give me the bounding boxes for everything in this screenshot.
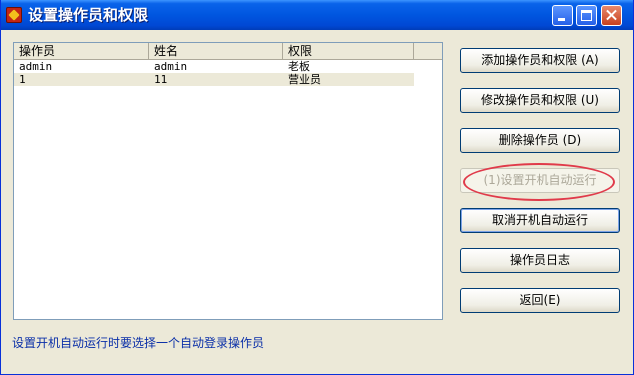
delete-operator-button[interactable]: 删除操作员 (D) — [460, 128, 620, 153]
highlight-annotation — [463, 163, 615, 201]
column-header-operator[interactable]: 操作员 — [14, 43, 149, 59]
operator-log-button[interactable]: 操作员日志 — [460, 248, 620, 273]
maximize-icon — [581, 10, 592, 21]
list-row[interactable]: admin admin 老板 — [14, 60, 414, 73]
cell-operator: 1 — [19, 73, 26, 86]
maximize-button[interactable] — [576, 5, 597, 26]
status-hint: 设置开机自动运行时要选择一个自动登录操作员 — [12, 336, 265, 350]
modify-operator-button[interactable]: 修改操作员和权限 (U) — [460, 88, 620, 113]
close-icon — [602, 6, 621, 25]
cell-permission: 老板 — [288, 60, 310, 73]
minimize-button[interactable] — [552, 5, 573, 26]
cell-name: 11 — [154, 73, 168, 86]
column-header-filler — [414, 43, 442, 59]
back-button[interactable]: 返回(E) — [460, 288, 620, 313]
dialog-window: 设置操作员和权限 操作员 姓名 权限 admin admin 老板 1 11 营… — [0, 0, 634, 375]
list-row[interactable]: 1 11 营业员 — [14, 73, 414, 86]
operator-list[interactable]: 操作员 姓名 权限 admin admin 老板 1 11 营业员 — [13, 42, 443, 320]
title-bar[interactable]: 设置操作员和权限 — [1, 0, 633, 30]
cancel-autorun-button[interactable]: 取消开机自动运行 — [460, 208, 620, 233]
window-title: 设置操作员和权限 — [28, 6, 149, 24]
close-button[interactable] — [601, 5, 622, 26]
cell-permission: 营业员 — [288, 73, 321, 86]
cell-name: admin — [154, 60, 188, 73]
cell-operator: admin — [19, 60, 53, 73]
minimize-icon — [558, 18, 565, 21]
add-operator-button[interactable]: 添加操作员和权限 (A) — [460, 48, 620, 73]
column-header-permission[interactable]: 权限 — [283, 43, 414, 59]
list-header: 操作员 姓名 权限 — [14, 43, 442, 60]
column-header-name[interactable]: 姓名 — [149, 43, 283, 59]
app-icon — [6, 7, 22, 23]
